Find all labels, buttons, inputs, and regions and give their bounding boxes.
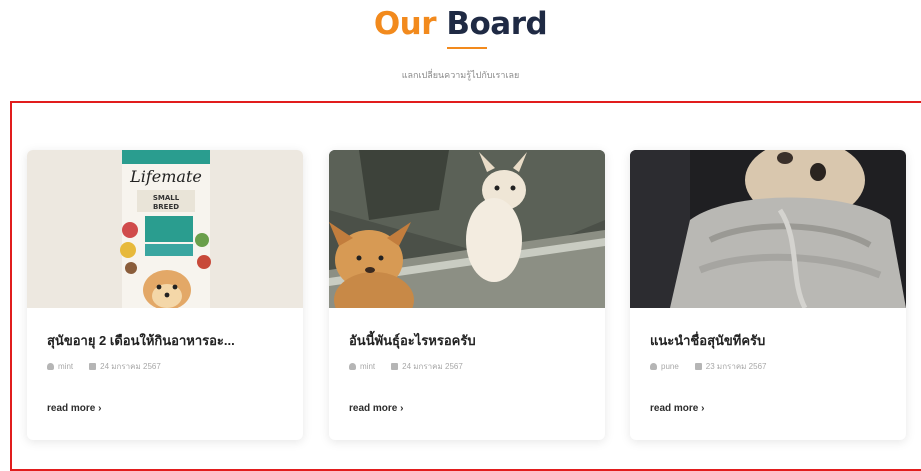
post-card[interactable]: Lifemate SMALL BREED สุนัขอายุ 2 เดือนให… [27,150,303,440]
section-title-accent: Our [373,6,437,42]
svg-text:BREED: BREED [153,203,179,211]
post-date: 24 มกราคม 2567 [402,362,463,371]
section-subtitle: แลกเปลี่ยนความรู้ไปกับเราเลย [401,70,520,80]
user-icon [349,363,356,370]
section-title-main: Board [446,6,548,42]
post-author: mint [360,362,376,371]
dog-food-bag-image: Lifemate SMALL BREED [27,150,303,308]
post-meta: mint 24 มกราคม 2567 [349,360,463,373]
user-icon [47,363,54,370]
post-title[interactable]: สุนัขอายุ 2 เดือนให้กินอาหารอะ... [47,330,287,351]
post-card[interactable]: แนะนำชื่อสุนัขทีครับ pune 23 มกราคม 2567… [630,150,906,440]
post-author: pune [661,362,679,371]
post-image-chihuahuas[interactable] [329,150,605,308]
post-image-dog-towel[interactable] [630,150,906,308]
read-more-link[interactable]: read more › [650,403,704,414]
post-image-dog-food[interactable]: Lifemate SMALL BREED [27,150,303,308]
calendar-icon [391,363,399,370]
calendar-icon [694,363,702,370]
post-meta: mint 24 มกราคม 2567 [47,360,161,373]
dog-in-towel-image [630,150,906,308]
post-title[interactable]: อันนี้พันธุ์อะไรหรอครับ [349,330,589,351]
calendar-icon [89,363,97,370]
post-date: 23 มกราคม 2567 [705,362,767,371]
two-chihuahuas-in-car-image [329,150,605,308]
user-icon [650,363,657,370]
section-title: Our Board [0,6,921,42]
svg-text:Lifemate: Lifemate [129,167,202,186]
read-more-link[interactable]: read more › [349,403,403,414]
post-title[interactable]: แนะนำชื่อสุนัขทีครับ [650,330,890,351]
read-more-link[interactable]: read more › [47,403,101,414]
post-card[interactable]: อันนี้พันธุ์อะไรหรอครับ mint 24 มกราคม 2… [329,150,605,440]
post-author: mint [58,362,74,371]
post-date: 24 มกราคม 2567 [100,362,161,371]
post-meta: pune 23 มกราคม 2567 [650,360,766,373]
svg-text:SMALL: SMALL [153,194,180,202]
title-underline [447,47,487,49]
